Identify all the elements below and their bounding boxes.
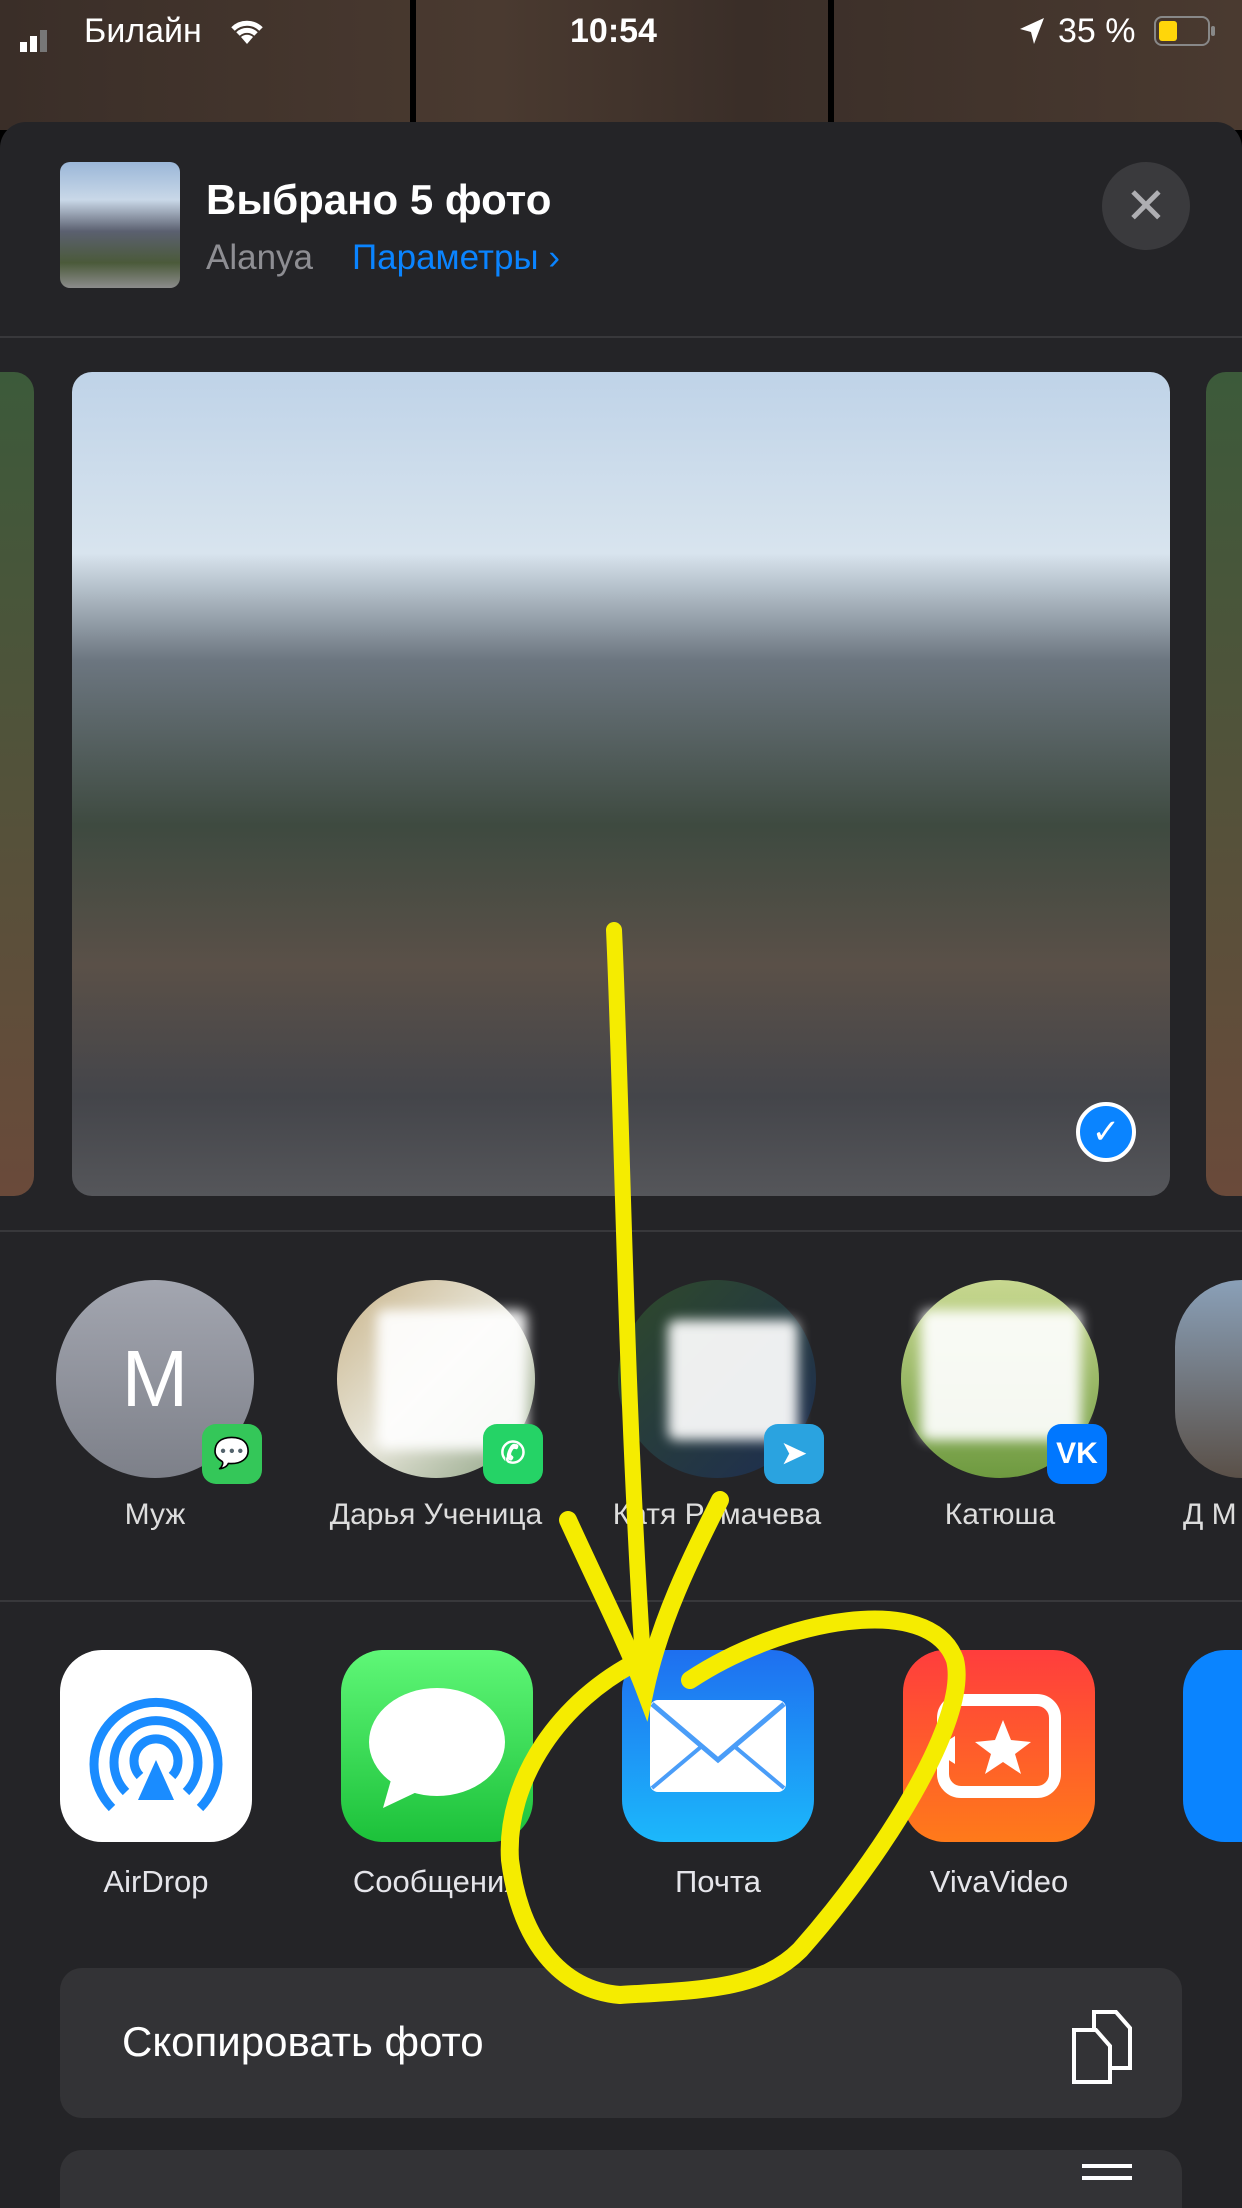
sheet-title: Выбрано 5 фото	[206, 176, 552, 223]
messages-icon	[341, 1650, 533, 1842]
avatar-initial: M	[121, 1334, 189, 1423]
app-icon	[1183, 1650, 1242, 1842]
copy-photo-action[interactable]: Скопировать фото	[60, 1968, 1182, 2118]
wifi-icon	[228, 14, 266, 55]
checkmark-icon[interactable]: ✓	[1076, 1102, 1136, 1162]
redaction	[921, 1310, 1081, 1440]
contact-suggestion[interactable]: ➤ Катя Ромачева	[607, 1280, 827, 1534]
chevron-right-icon: ›	[548, 238, 560, 277]
airdrop-icon	[60, 1650, 252, 1842]
previous-photo[interactable]	[0, 372, 34, 1196]
contact-suggestion[interactable]: VK Катюша	[890, 1280, 1110, 1534]
signal-icon	[20, 22, 54, 61]
divider	[0, 1230, 1242, 1232]
contact-suggestion[interactable]: M 💬 Муж	[45, 1280, 265, 1534]
location-label: Alanya	[206, 238, 314, 277]
contact-name: Дарья Ученица	[329, 1498, 543, 1531]
options-link[interactable]: Параметры ›	[352, 238, 560, 278]
avatar: VK	[901, 1280, 1107, 1484]
contact-name: Катя Ромачева	[612, 1498, 822, 1531]
close-button[interactable]: ✕	[1102, 162, 1190, 250]
selection-thumbnail	[60, 162, 180, 288]
selected-photo[interactable]: ✓	[72, 372, 1170, 1196]
contact-name: Д М	[1183, 1498, 1237, 1531]
app-vivavideo[interactable]: VivaVideo	[879, 1650, 1119, 1900]
next-photo[interactable]	[1206, 372, 1242, 1196]
action-label: Скопировать фото	[122, 2018, 484, 2065]
next-action[interactable]	[60, 2150, 1182, 2208]
whatsapp-badge-icon: ✆	[483, 1424, 543, 1484]
avatar: ✆	[337, 1280, 543, 1484]
contact-suggestion[interactable]: Д М	[1175, 1280, 1242, 1534]
avatar: M 💬	[56, 1280, 262, 1484]
app-label: AirDrop	[103, 1864, 209, 1899]
location-icon	[1018, 16, 1046, 55]
close-icon: ✕	[1125, 178, 1167, 234]
clock: 10:54	[570, 12, 657, 50]
redaction	[668, 1320, 798, 1440]
mail-icon	[622, 1650, 814, 1842]
vk-badge-icon: VK	[1047, 1424, 1107, 1484]
app-more[interactable]	[1183, 1650, 1242, 1842]
contact-name: Муж	[124, 1498, 186, 1531]
battery-icon	[1154, 16, 1216, 57]
app-mail[interactable]: Почта	[598, 1650, 838, 1900]
copy-icon	[1068, 2006, 1138, 2091]
divider	[0, 1600, 1242, 1602]
contact-name: Катюша	[944, 1498, 1056, 1531]
vivavideo-icon	[903, 1650, 1095, 1842]
battery-percent: 35 %	[1058, 12, 1136, 50]
messages-badge-icon: 💬	[202, 1424, 262, 1484]
avatar: ➤	[618, 1280, 824, 1484]
app-label: Почта	[674, 1864, 762, 1899]
list-icon	[1082, 2164, 1132, 2180]
telegram-badge-icon: ➤	[764, 1424, 824, 1484]
divider	[0, 336, 1242, 338]
options-label: Параметры	[352, 238, 539, 277]
avatar	[1175, 1280, 1242, 1478]
carrier-label: Билайн	[84, 12, 202, 50]
status-bar: Билайн 10:54 35 %	[0, 0, 1242, 70]
app-label: VivaVideo	[929, 1864, 1069, 1899]
contact-suggestion[interactable]: ✆ Дарья Ученица	[326, 1280, 546, 1534]
app-messages[interactable]: Сообщения	[317, 1650, 557, 1900]
app-label: Сообщения	[352, 1864, 522, 1899]
app-airdrop[interactable]: AirDrop	[36, 1650, 276, 1900]
